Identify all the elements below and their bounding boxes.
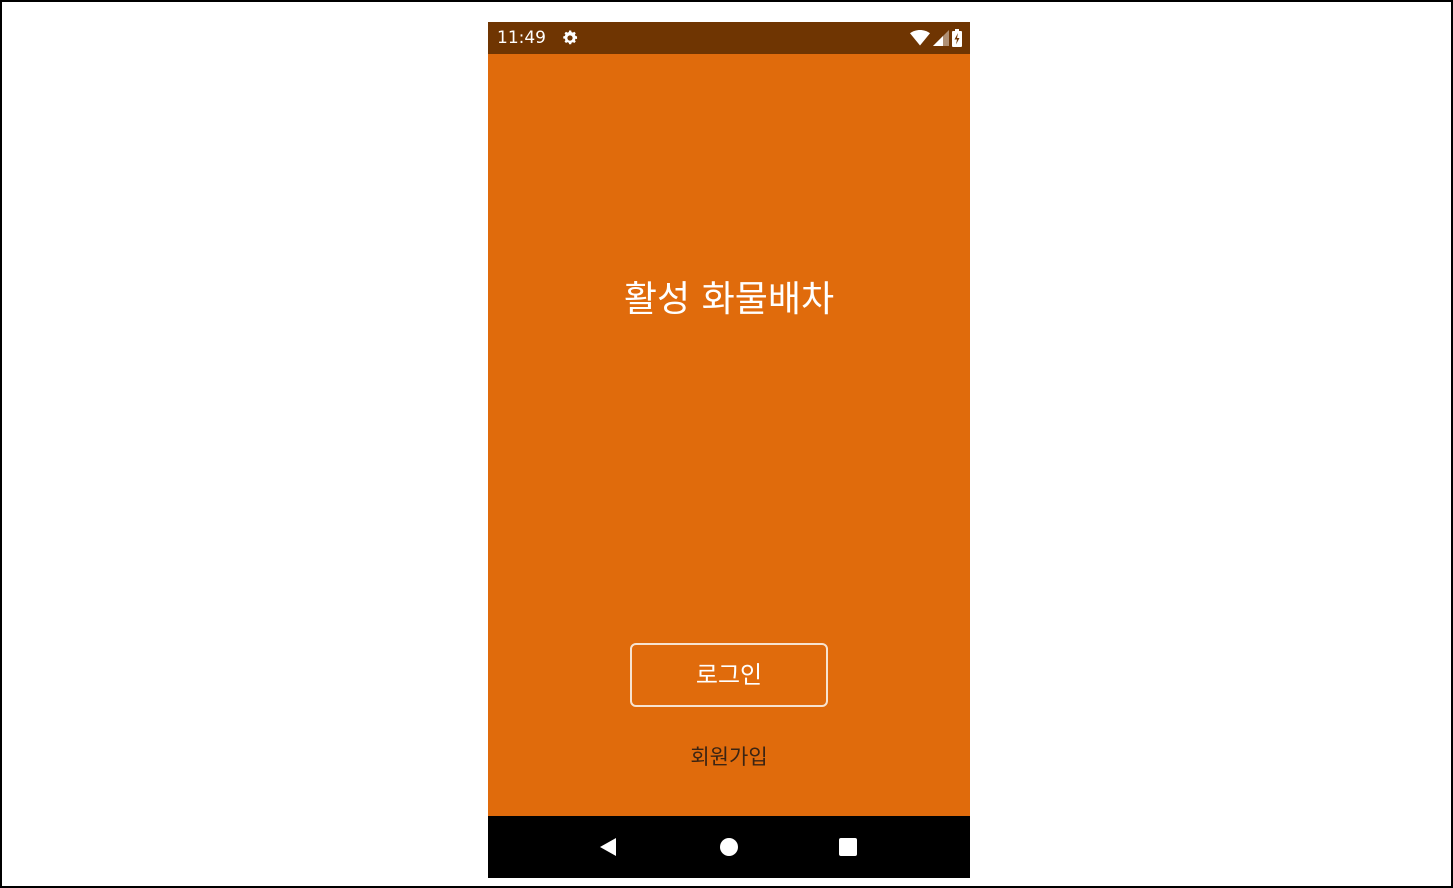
- app-title: 활성 화물배차: [623, 279, 835, 320]
- signal-icon: [933, 30, 949, 46]
- status-icons: [910, 29, 962, 47]
- screen-frame: 11:49 활성 화물배차 로그인 회원가입: [0, 0, 1453, 888]
- home-icon[interactable]: [720, 838, 738, 856]
- battery-charging-icon: [952, 29, 962, 47]
- gear-icon: [563, 30, 578, 45]
- login-button[interactable]: 로그인: [630, 643, 828, 707]
- navigation-bar: [488, 816, 970, 878]
- status-bar: 11:49: [488, 22, 970, 54]
- phone-screen: 11:49 활성 화물배차 로그인 회원가입: [488, 22, 970, 878]
- status-time: 11:49: [497, 28, 546, 48]
- wifi-icon: [910, 30, 930, 46]
- recents-icon[interactable]: [839, 838, 857, 856]
- signup-link[interactable]: 회원가입: [488, 742, 970, 772]
- back-icon[interactable]: [598, 837, 618, 857]
